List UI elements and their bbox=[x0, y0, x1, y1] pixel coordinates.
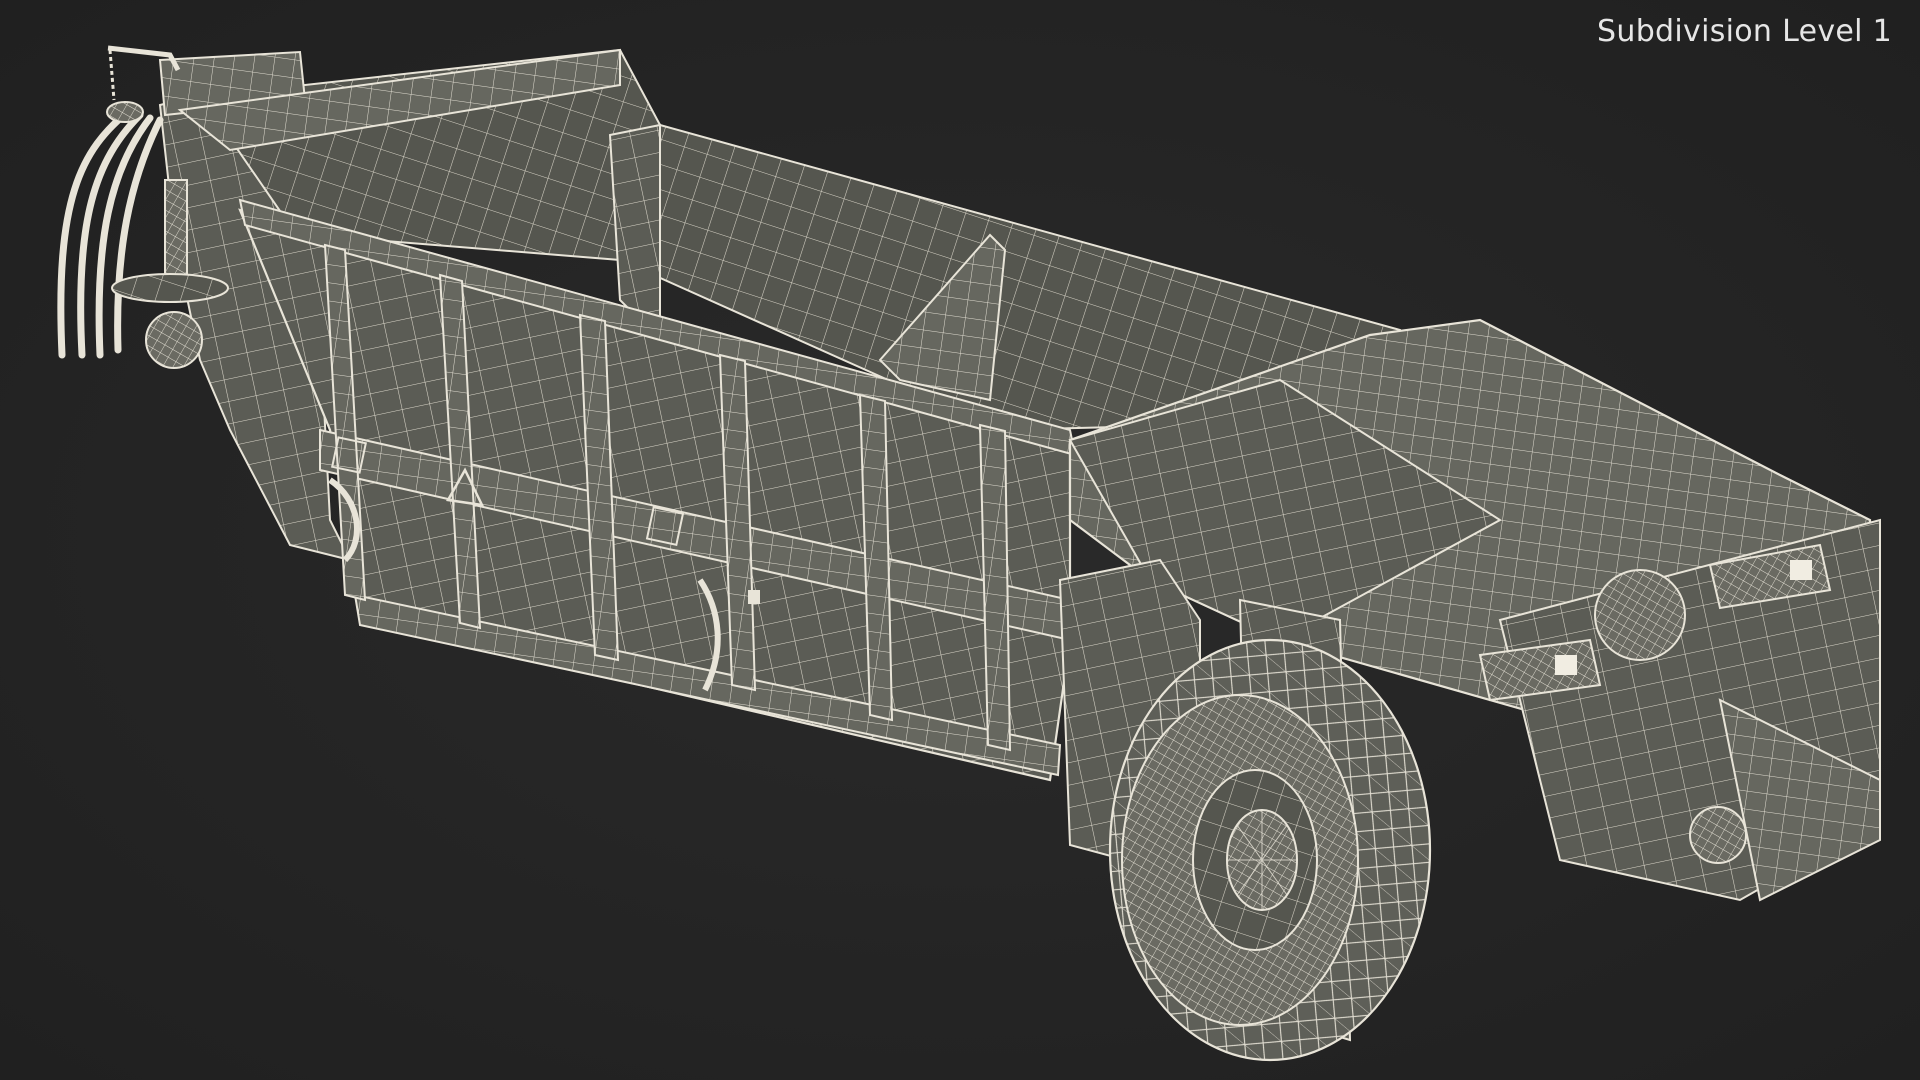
dump-trailer-wireframe-model bbox=[57, 45, 1881, 1062]
3d-viewport[interactable]: Subdivision Level 1 bbox=[0, 0, 1920, 1080]
rear-wheel bbox=[1108, 638, 1432, 1062]
subdivision-level-label: Subdivision Level 1 bbox=[1597, 14, 1892, 49]
